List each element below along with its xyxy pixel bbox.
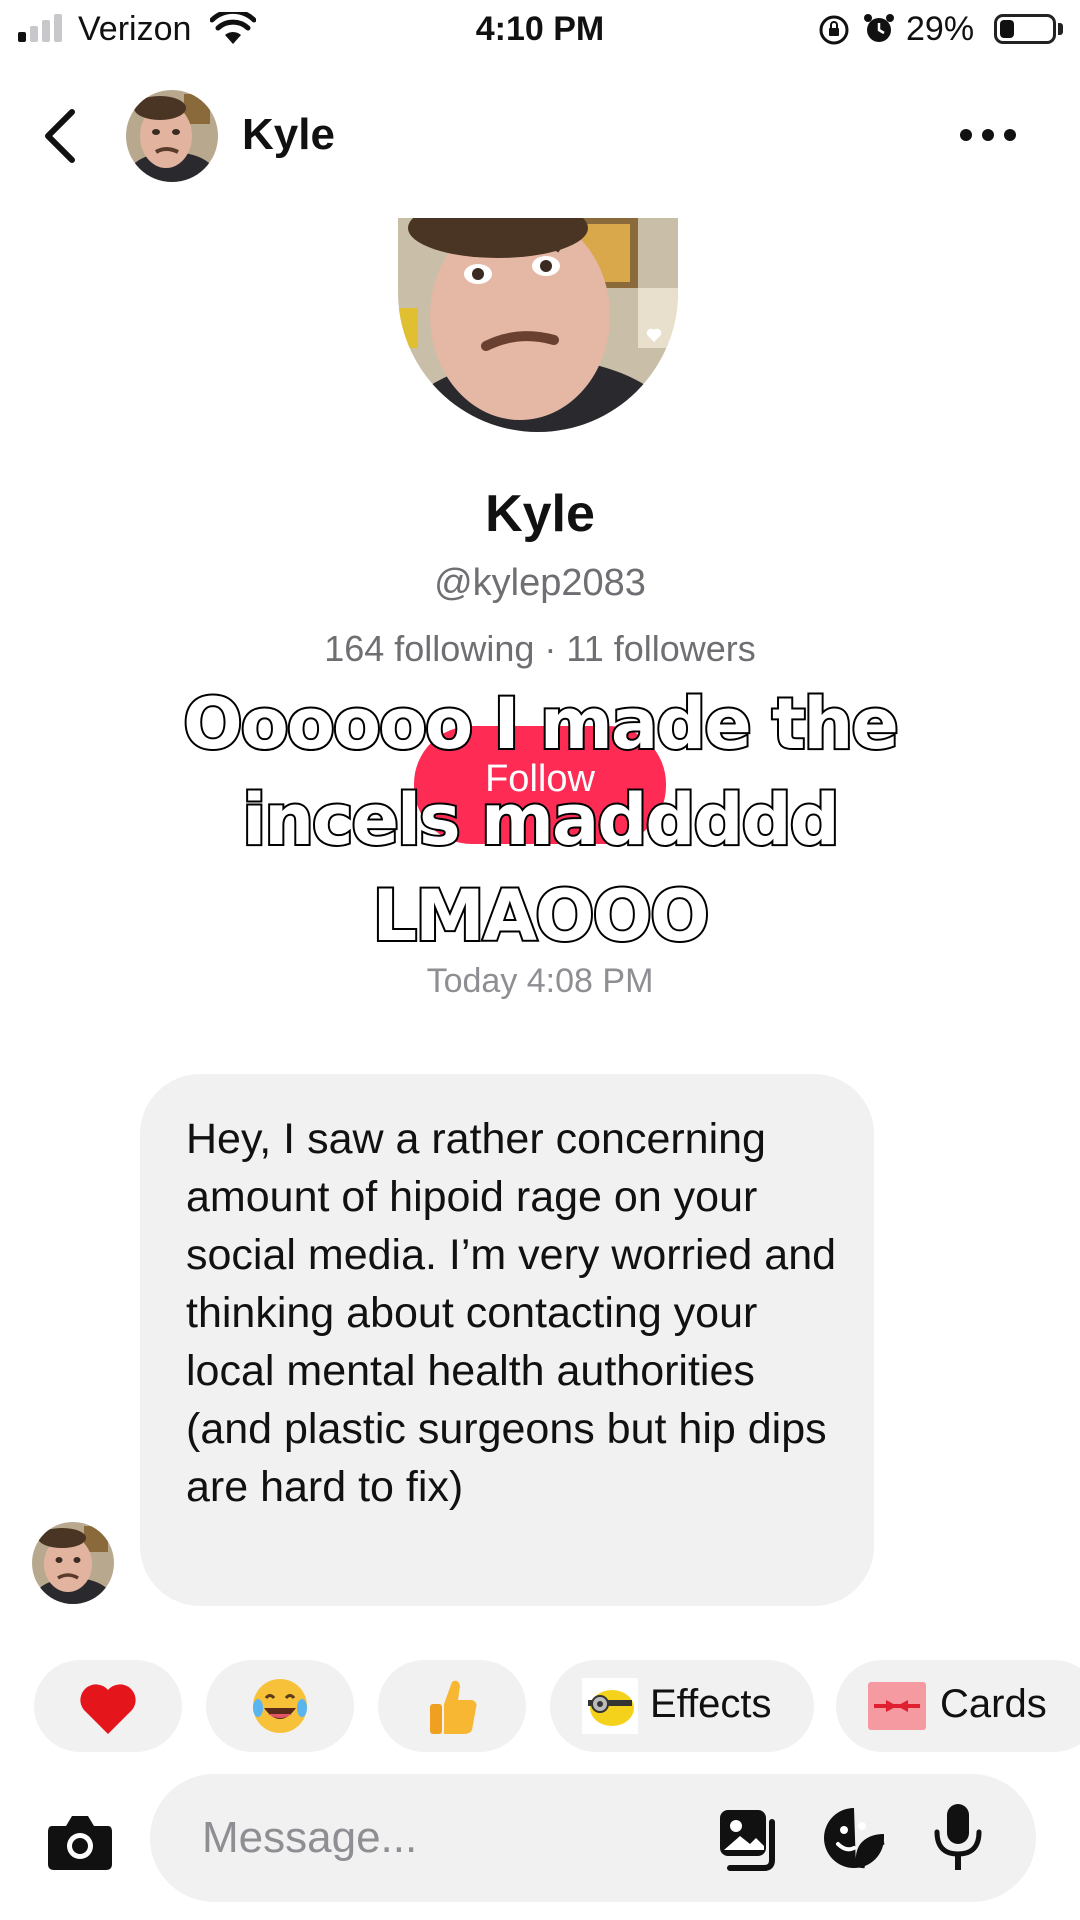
chat-header: Kyle xyxy=(0,80,1080,190)
effects-label: Effects xyxy=(650,1682,772,1726)
cards-label: Cards xyxy=(940,1682,1047,1726)
battery-fill xyxy=(1000,20,1014,38)
alarm-icon xyxy=(864,14,894,42)
avatar[interactable] xyxy=(126,90,218,182)
overlay-caption: Oooooo I made the incels maddddd LMAOOO xyxy=(181,681,901,959)
heart-icon xyxy=(80,1684,136,1734)
gallery-icon[interactable] xyxy=(716,1806,782,1872)
laughing-emoji-icon xyxy=(253,1679,307,1733)
profile-stats: 164 following · 11 followers xyxy=(324,628,756,669)
effects-button[interactable]: Effects xyxy=(550,1660,814,1752)
thumbs-up-reaction-button[interactable] xyxy=(378,1660,526,1752)
cards-button[interactable]: Cards xyxy=(836,1660,1080,1752)
profile-avatar[interactable] xyxy=(398,218,678,432)
battery-icon xyxy=(994,14,1056,44)
microphone-icon[interactable] xyxy=(930,1802,986,1874)
heart-reaction-button[interactable] xyxy=(34,1660,182,1752)
quick-reactions: Effects Cards xyxy=(0,1660,1080,1756)
thumbs-up-icon xyxy=(430,1680,477,1734)
laugh-reaction-button[interactable] xyxy=(206,1660,354,1752)
status-bar: Verizon 4:10 PM 29% xyxy=(0,0,1080,60)
minion-icon xyxy=(582,1678,638,1734)
avatar[interactable] xyxy=(32,1522,114,1604)
message-bubble[interactable]: Hey, I saw a rather concerning amount of… xyxy=(140,1074,874,1606)
profile-name: Kyle xyxy=(485,485,595,543)
contact-name[interactable]: Kyle xyxy=(242,110,335,160)
sticker-icon[interactable] xyxy=(822,1806,886,1870)
camera-icon[interactable] xyxy=(46,1810,114,1872)
back-button[interactable] xyxy=(36,106,86,166)
more-options-icon[interactable] xyxy=(958,120,1018,150)
message-composer xyxy=(0,1774,1080,1904)
gift-card-icon xyxy=(868,1682,926,1730)
battery-percentage: 29% xyxy=(906,10,975,48)
battery-cap xyxy=(1058,23,1063,35)
profile-handle: @kylep2083 xyxy=(434,562,646,604)
rotation-lock-icon xyxy=(819,15,849,45)
message-text: Hey, I saw a rather concerning amount of… xyxy=(186,1115,837,1511)
message-input-container xyxy=(150,1774,1036,1902)
message-input[interactable] xyxy=(202,1808,702,1868)
message-timestamp: Today 4:08 PM xyxy=(426,962,654,1000)
